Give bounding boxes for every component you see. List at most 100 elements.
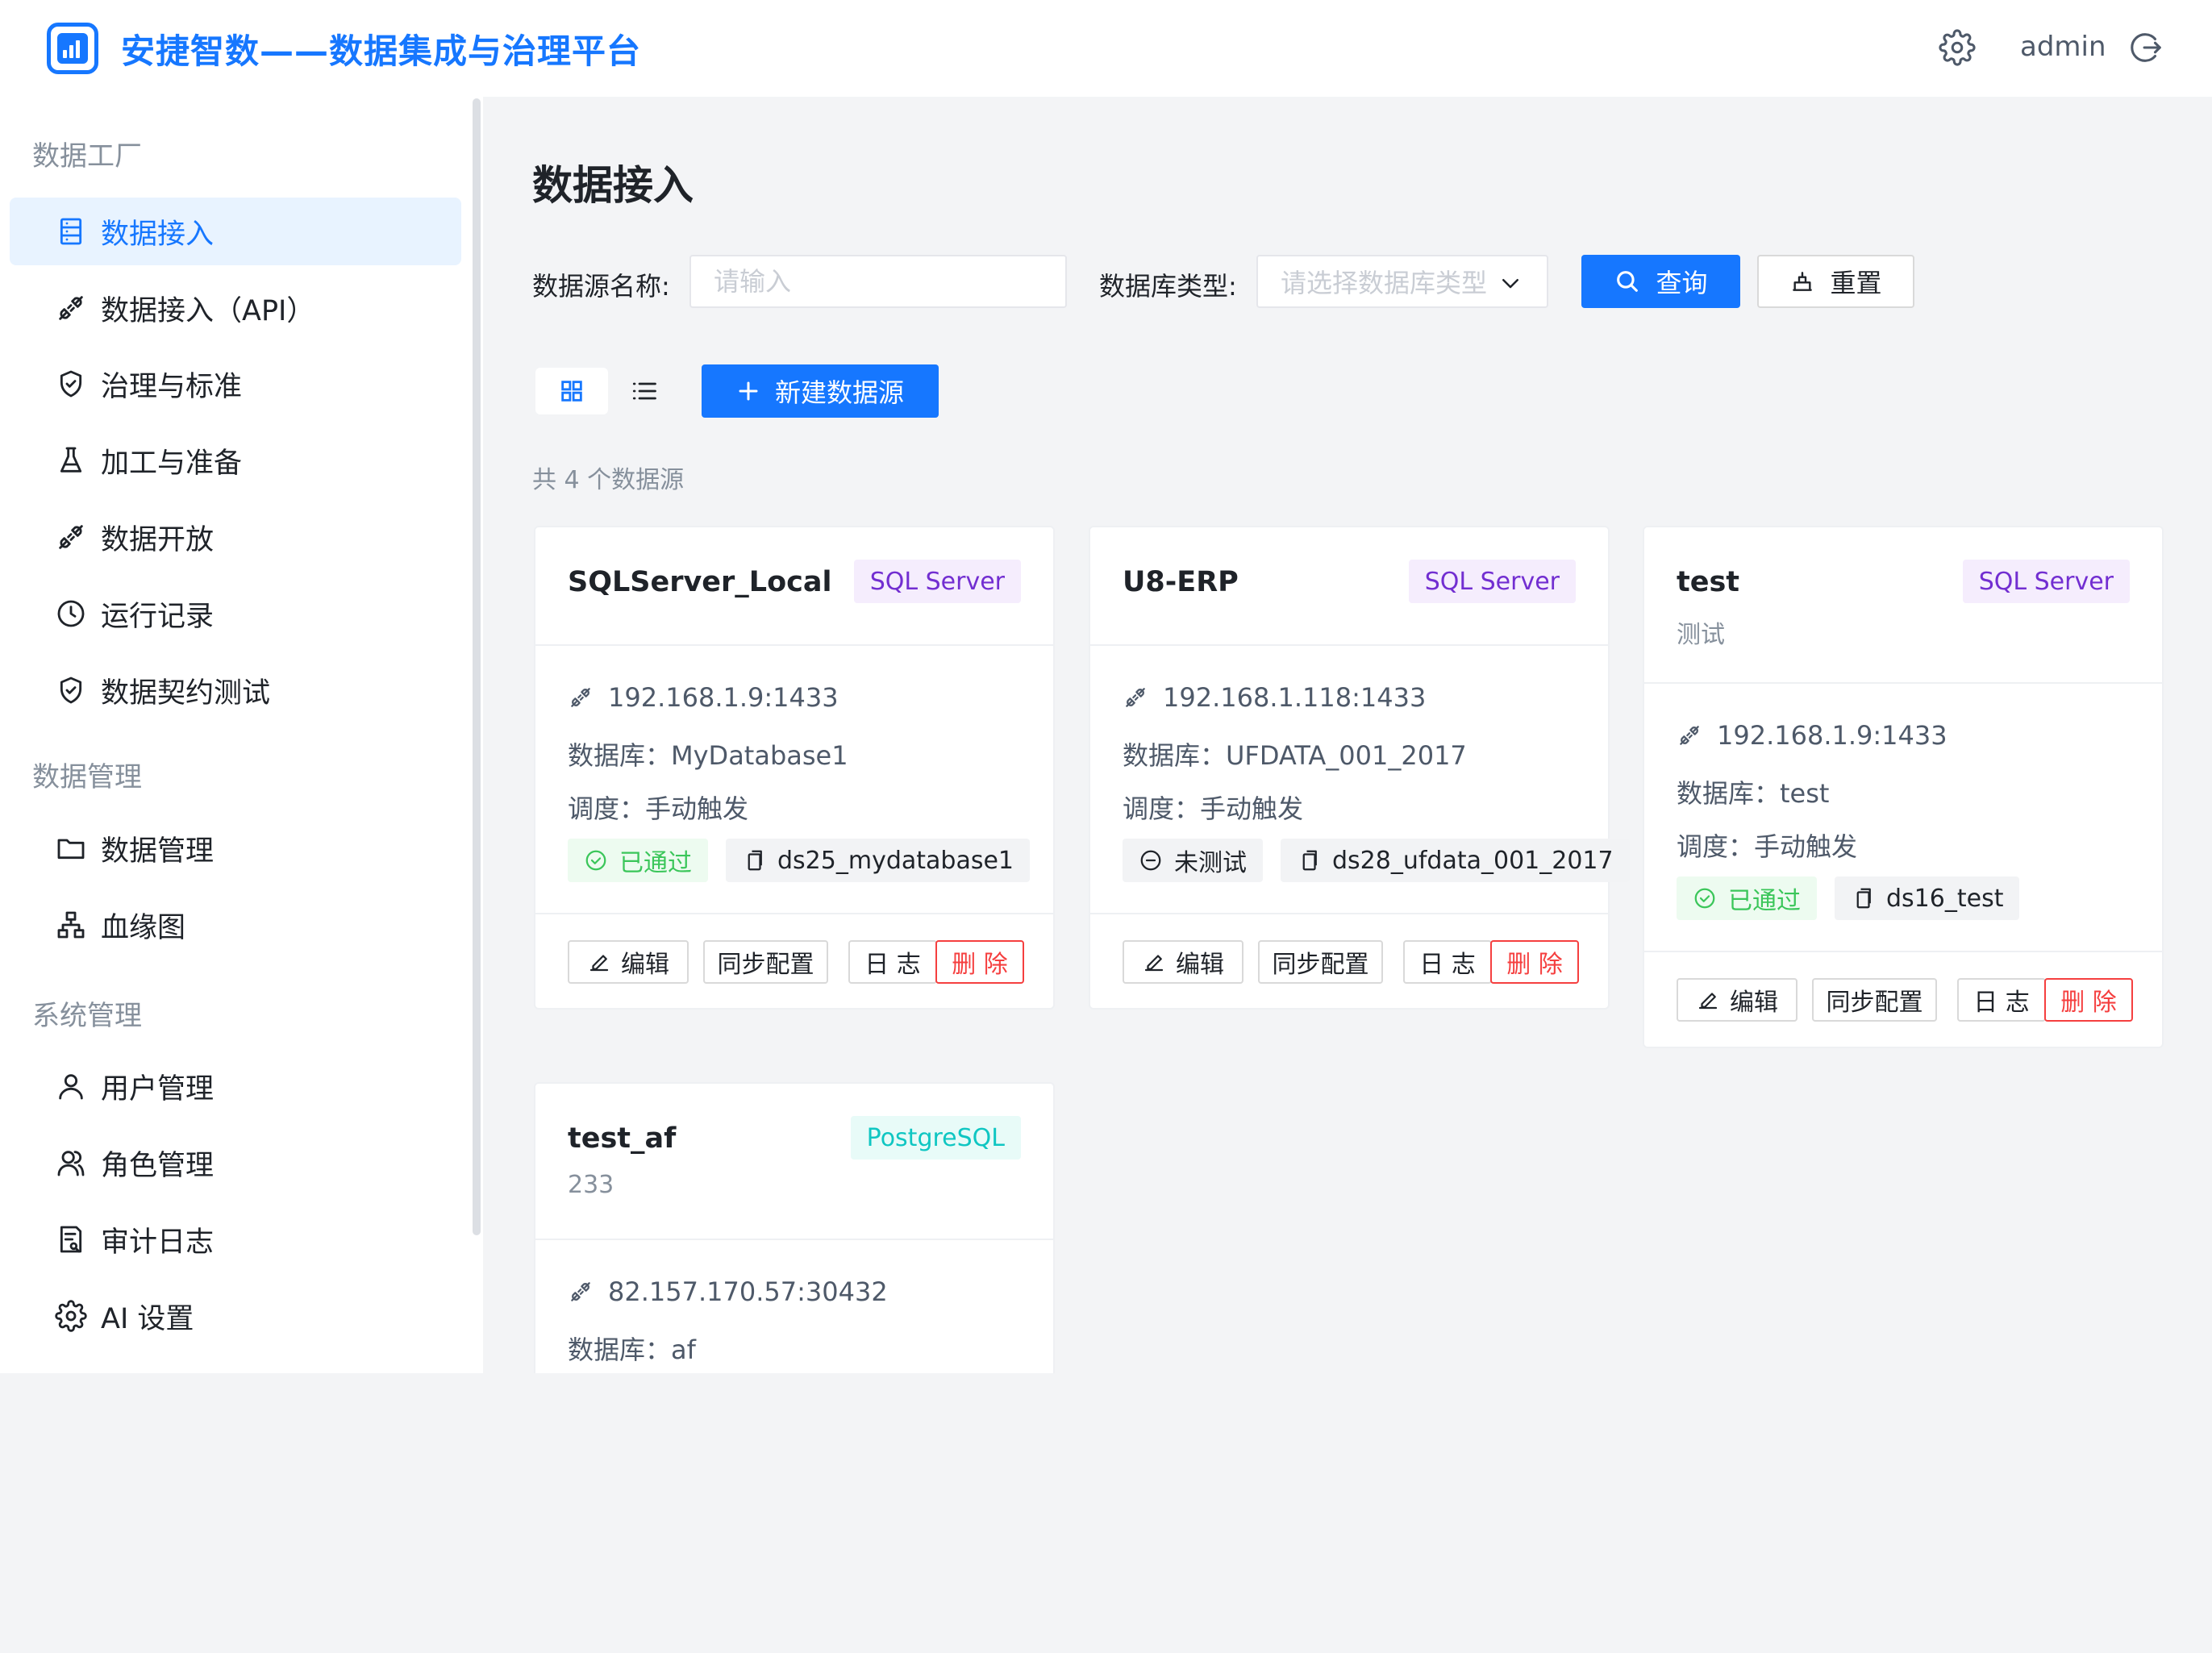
section-title-data-factory: 数据工厂: [32, 140, 142, 173]
sidebar-item-label: 数据开放: [101, 523, 215, 556]
user-icon: [59, 1074, 83, 1100]
sidebar-item-audit-log[interactable]: 审计日志: [10, 1205, 461, 1273]
datasource-code-text: ds16_test: [1886, 884, 2004, 913]
grid-view-button[interactable]: [535, 368, 608, 414]
users-icon: [57, 1151, 85, 1176]
list-view-button[interactable]: [608, 368, 681, 414]
card-divider: [1090, 913, 1608, 914]
datasource-code-chip[interactable]: ds16_test: [1835, 876, 2020, 920]
shield-check-icon: [60, 677, 82, 704]
sync-config-button[interactable]: 同步配置: [703, 940, 828, 984]
gear-icon: [55, 1300, 87, 1332]
card-description: 233: [568, 1171, 614, 1199]
sidebar-scrollbar[interactable]: [470, 97, 483, 1373]
card-divider: [535, 913, 1053, 914]
card-host: 192.168.1.9:1433: [568, 682, 839, 713]
copy-icon: [748, 850, 762, 871]
chevron-down-icon: [1502, 279, 1518, 289]
status-badge: 已通过: [1677, 876, 1817, 920]
edit-pencil-icon: [1144, 955, 1164, 972]
current-user[interactable]: admin: [2020, 31, 2106, 63]
db-type-tag: SQL Server: [853, 560, 1021, 603]
card-database: 数据库：MyDatabase1: [568, 740, 848, 771]
sidebar-item-role-management[interactable]: 角色管理: [10, 1129, 461, 1197]
sidebar-item-processing[interactable]: 加工与准备: [10, 427, 461, 494]
sync-config-button[interactable]: 同步配置: [1812, 978, 1937, 1022]
datasource-name-label: 数据源名称:: [532, 271, 670, 302]
sidebar-item-governance[interactable]: 治理与标准: [10, 350, 461, 418]
database-icon: [60, 218, 82, 245]
sidebar-item-label: 用户管理: [101, 1072, 215, 1105]
delete-button[interactable]: 删 除: [1490, 940, 1579, 984]
datasource-name-input[interactable]: [689, 255, 1067, 308]
card-title: test_af: [568, 1122, 677, 1155]
edit-button[interactable]: 编辑: [568, 940, 689, 984]
log-button[interactable]: 日 志: [1957, 978, 2046, 1022]
status-text: 已通过: [619, 849, 692, 877]
plus-icon: [739, 381, 758, 401]
delete-button[interactable]: 删 除: [2044, 978, 2133, 1022]
datasource-card[interactable]: test 测试 SQL Server 192.168.1.9:1433 数据库：…: [1643, 526, 2164, 1048]
datasource-code-chip[interactable]: ds28_ufdata_001_2017: [1281, 839, 1630, 882]
datasource-card[interactable]: SQLServer_Local SQL Server 192.168.1.9:1…: [534, 526, 1055, 1010]
card-host: 82.157.170.57:30432: [568, 1276, 888, 1307]
sidebar-item-data-open[interactable]: 数据开放: [10, 503, 461, 571]
datasource-code-chip[interactable]: ds25_mydatabase1: [726, 839, 1030, 882]
card-divider: [1644, 951, 2162, 952]
section-title-data-management: 数据管理: [32, 761, 142, 793]
sidebar-item-label: 审计日志: [101, 1226, 215, 1259]
audit-icon: [60, 1226, 82, 1253]
sidebar-item-label: AI 设置: [101, 1302, 194, 1335]
copy-icon: [1302, 850, 1317, 871]
card-title: SQLServer_Local: [568, 566, 832, 598]
plug-icon: [571, 1282, 590, 1301]
card-host-text: 192.168.1.118:1433: [1163, 682, 1427, 713]
log-button[interactable]: 日 志: [1403, 940, 1492, 984]
query-button-label: 查询: [1656, 268, 1708, 298]
plug-icon: [59, 525, 83, 549]
sidebar-item-label: 血缘图: [101, 911, 186, 944]
edit-label: 编辑: [1176, 951, 1224, 979]
clock-icon: [57, 600, 85, 627]
sidebar-item-lineage[interactable]: 血缘图: [10, 891, 461, 959]
edit-pencil-icon: [1698, 993, 1718, 1010]
sidebar: 数据工厂 数据接入 数据接入（API） 治理与标准 加工与准备 数据开放 运行记…: [0, 97, 470, 1373]
edit-button[interactable]: 编辑: [1123, 940, 1243, 984]
card-host-text: 82.157.170.57:30432: [608, 1276, 888, 1307]
query-button[interactable]: 查询: [1581, 255, 1740, 308]
status-text: 已通过: [1728, 887, 1801, 915]
check-circle-icon: [585, 850, 606, 871]
datasource-card[interactable]: U8-ERP SQL Server 192.168.1.118:1433 数据库…: [1089, 526, 1630, 1010]
status-text: 未测试: [1174, 849, 1247, 877]
sidebar-item-user-management[interactable]: 用户管理: [10, 1052, 461, 1120]
sidebar-item-data-management[interactable]: 数据管理: [10, 814, 461, 882]
edit-button[interactable]: 编辑: [1677, 978, 1798, 1022]
db-type-select[interactable]: 请选择数据库类型: [1256, 255, 1548, 308]
db-type-label: 数据库类型:: [1099, 271, 1237, 302]
sidebar-item-data-ingest[interactable]: 数据接入: [10, 198, 461, 265]
app-title: 安捷智数——数据集成与治理平台: [121, 31, 642, 71]
sidebar-item-ai-settings[interactable]: AI 设置: [10, 1282, 461, 1350]
log-button[interactable]: 日 志: [848, 940, 937, 984]
flask-icon: [60, 447, 82, 473]
sidebar-item-label: 治理与标准: [101, 370, 243, 403]
new-datasource-button[interactable]: 新建数据源: [702, 364, 939, 418]
card-divider: [535, 1239, 1053, 1240]
shield-check-icon: [60, 370, 82, 398]
sidebar-item-contract-test[interactable]: 数据契约测试: [10, 656, 461, 724]
reset-button[interactable]: 重置: [1757, 255, 1914, 308]
datasource-card[interactable]: test_af 233 PostgreSQL 82.157.170.57:304…: [534, 1082, 1055, 1373]
sidebar-item-data-ingest-api[interactable]: 数据接入（API）: [10, 274, 461, 342]
datasource-count: 共 4 个数据源: [532, 466, 685, 494]
logout-icon[interactable]: [2127, 29, 2164, 66]
plug-icon: [571, 688, 590, 707]
reset-button-label: 重置: [1830, 268, 1882, 298]
sync-config-button[interactable]: 同步配置: [1258, 940, 1383, 984]
sidebar-item-run-records[interactable]: 运行记录: [10, 580, 461, 647]
sidebar-scroll-thumb[interactable]: [473, 98, 481, 1235]
settings-gear-icon[interactable]: [1939, 29, 1976, 66]
db-type-placeholder: 请选择数据库类型: [1281, 268, 1488, 298]
plug-icon: [59, 296, 83, 320]
delete-button[interactable]: 删 除: [935, 940, 1024, 984]
card-schedule: 调度：手动触发: [1677, 831, 1858, 862]
